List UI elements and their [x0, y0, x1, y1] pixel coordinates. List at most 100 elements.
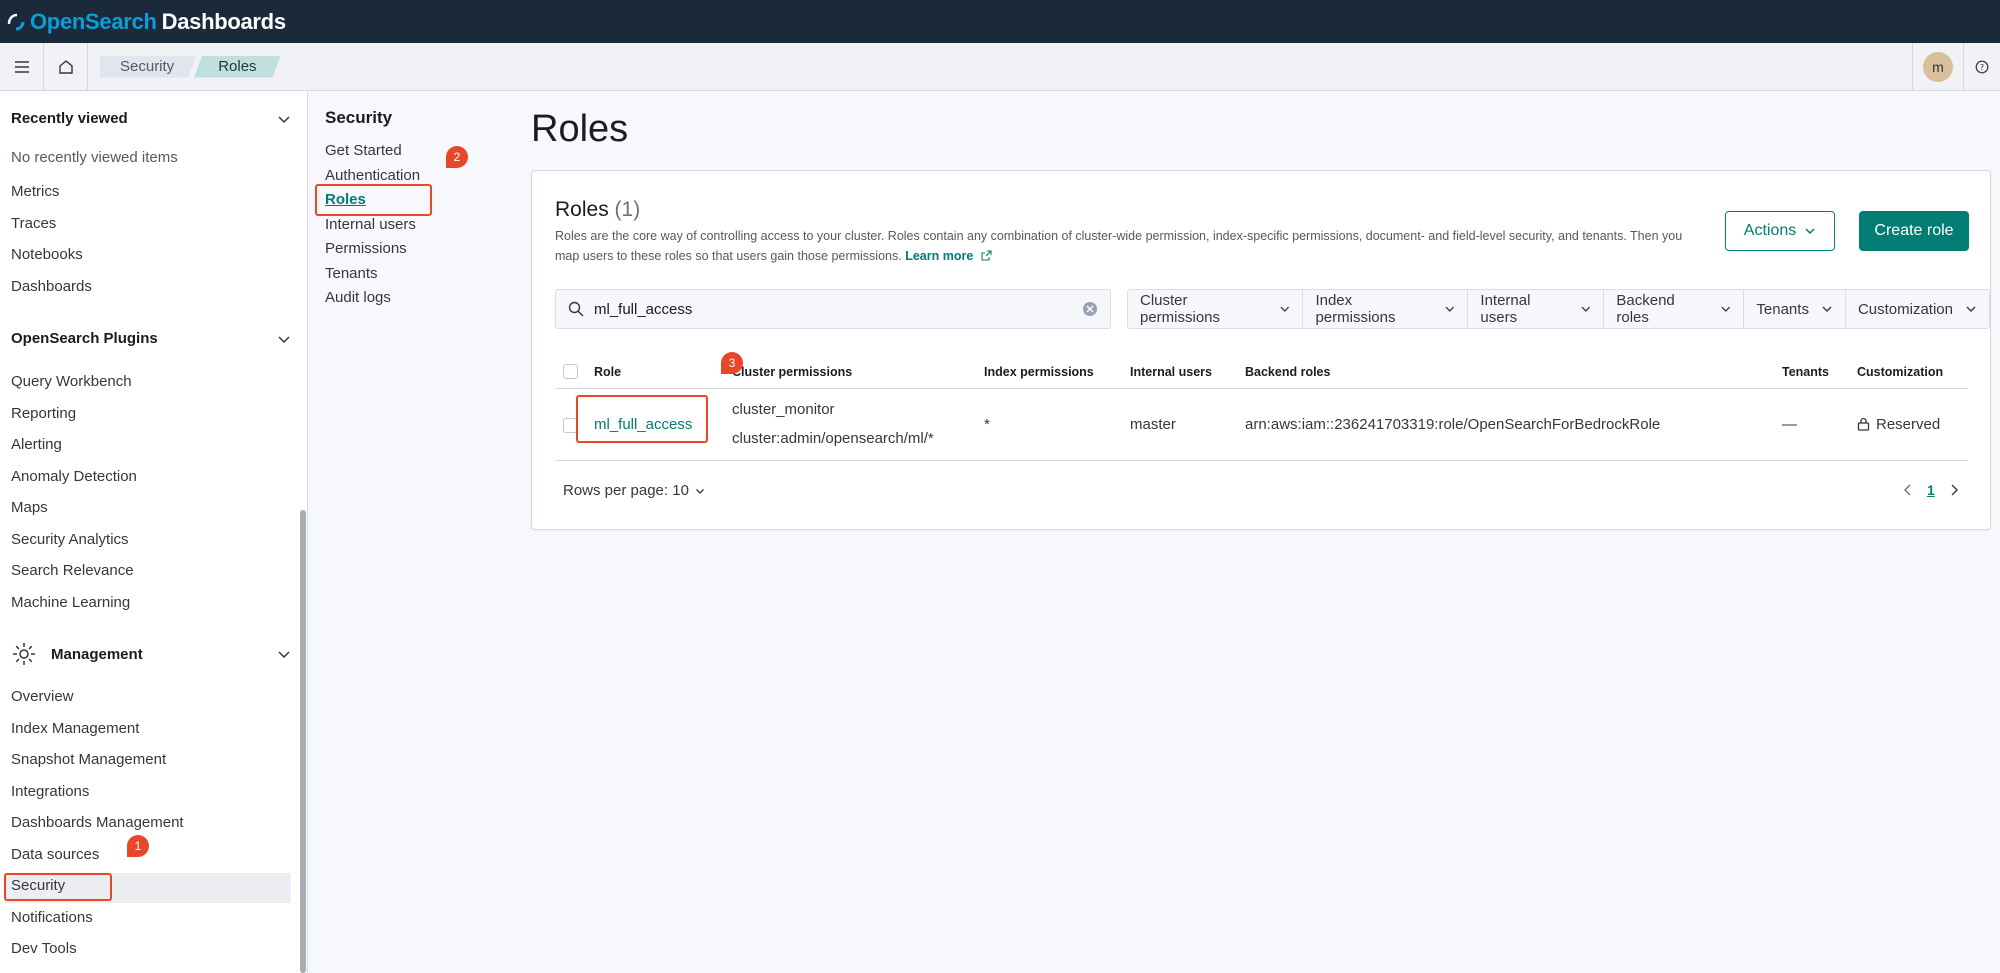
- security-nav-internal-users[interactable]: Internal users: [325, 216, 416, 233]
- breadcrumb-security[interactable]: Security: [100, 56, 196, 78]
- security-nav-authentication[interactable]: Authentication: [325, 167, 420, 184]
- filter-label: Internal users: [1480, 292, 1531, 326]
- chevron-down-icon: [1581, 306, 1590, 312]
- breadcrumb-bar: Security Roles m ?: [0, 42, 2000, 91]
- recently-viewed-empty: No recently viewed items: [11, 149, 178, 166]
- callout-badge-1: 1: [127, 835, 149, 857]
- nav-item-dashboards[interactable]: Dashboards: [11, 278, 92, 295]
- panel-title-text: Roles: [555, 198, 609, 221]
- opensearch-logo[interactable]: OpenSearch Dashboards: [6, 9, 286, 35]
- nav-item-dev-tools[interactable]: Dev Tools: [11, 940, 77, 957]
- nav-item-metrics[interactable]: Metrics: [11, 183, 59, 200]
- nav-item-anomaly-detection[interactable]: Anomaly Detection: [11, 468, 137, 485]
- nav-item-dashboards-management[interactable]: Dashboards Management: [11, 814, 184, 831]
- rows-per-page-button[interactable]: Rows per page: 10: [563, 482, 705, 499]
- menu-toggle-button[interactable]: [0, 42, 44, 91]
- search-value: ml_full_access: [594, 300, 693, 318]
- management-header[interactable]: Management: [11, 641, 291, 667]
- nav-item-machine-learning[interactable]: Machine Learning: [11, 594, 130, 611]
- nav-item-notifications[interactable]: Notifications: [11, 909, 93, 926]
- brand-suffix: Dashboards: [161, 8, 286, 34]
- filter-index-permissions[interactable]: Index permissions: [1303, 290, 1469, 328]
- security-highlight-box: [4, 873, 112, 901]
- home-icon: [58, 59, 73, 74]
- filter-cluster-permissions[interactable]: Cluster permissions: [1128, 290, 1304, 328]
- page-number[interactable]: 1: [1927, 482, 1935, 498]
- left-nav-scrollbar[interactable]: [300, 510, 306, 973]
- nav-item-integrations[interactable]: Integrations: [11, 783, 89, 800]
- nav-item-notebooks[interactable]: Notebooks: [11, 246, 83, 263]
- actions-button[interactable]: Actions: [1725, 211, 1835, 251]
- cluster-permission-2: cluster:admin/opensearch/ml/*: [732, 430, 934, 447]
- help-icon: ?: [1975, 60, 1989, 73]
- top-header: OpenSearch Dashboards: [0, 0, 2000, 43]
- chevron-down-icon: [1966, 306, 1976, 312]
- cluster-permission-1: cluster_monitor: [732, 401, 835, 418]
- filter-customization[interactable]: Customization: [1846, 290, 1989, 328]
- opensearch-plugins-header[interactable]: OpenSearch Plugins: [11, 330, 291, 347]
- security-nav-permissions[interactable]: Permissions: [325, 240, 407, 257]
- filter-internal-users[interactable]: Internal users: [1468, 290, 1605, 328]
- column-header-customization: Customization: [1857, 365, 1944, 379]
- security-nav-title: Security: [325, 108, 393, 127]
- filter-group: Cluster permissions Index permissions In…: [1127, 289, 1990, 329]
- filter-backend-roles[interactable]: Backend roles: [1604, 290, 1745, 328]
- nav-item-snapshot-management[interactable]: Snapshot Management: [11, 751, 166, 768]
- actions-label: Actions: [1743, 222, 1797, 239]
- chevron-down-icon: [278, 115, 290, 123]
- filter-label: Index permissions: [1315, 292, 1396, 326]
- nav-item-security-analytics[interactable]: Security Analytics: [11, 531, 129, 548]
- recently-viewed-title: Recently viewed: [11, 110, 128, 127]
- hamburger-icon: [14, 60, 29, 73]
- nav-item-data-sources[interactable]: Data sources: [11, 846, 99, 863]
- panel-title: Roles (1): [555, 198, 640, 222]
- select-all-checkbox[interactable]: [563, 364, 578, 379]
- customization-value: Reserved: [1876, 416, 1941, 433]
- help-button[interactable]: ?: [1964, 43, 2000, 91]
- search-input[interactable]: ml_full_access: [555, 289, 1111, 329]
- chevron-left-icon[interactable]: [1903, 484, 1913, 496]
- nav-item-maps[interactable]: Maps: [11, 499, 48, 516]
- security-nav-audit-logs[interactable]: Audit logs: [325, 289, 391, 306]
- management-title: Management: [51, 645, 143, 663]
- nav-item-search-relevance[interactable]: Search Relevance: [11, 562, 134, 579]
- nav-item-overview[interactable]: Overview: [11, 688, 74, 705]
- create-role-button[interactable]: Create role: [1859, 211, 1969, 251]
- nav-item-traces[interactable]: Traces: [11, 215, 56, 232]
- panel-description: Roles are the core way of controlling ac…: [555, 226, 1685, 266]
- recently-viewed-header[interactable]: Recently viewed: [11, 110, 291, 127]
- chevron-down-icon: [278, 651, 290, 659]
- chevron-down-icon: [1280, 306, 1289, 312]
- security-nav-tenants[interactable]: Tenants: [325, 265, 378, 282]
- chevron-down-icon: [278, 335, 290, 343]
- chevron-down-icon: [1822, 306, 1832, 312]
- internal-users-cell: master: [1130, 416, 1176, 433]
- filter-tenants[interactable]: Tenants: [1744, 290, 1846, 328]
- external-link-icon: [981, 250, 992, 261]
- user-menu-button[interactable]: m: [1912, 42, 1964, 91]
- avatar: m: [1923, 51, 1953, 82]
- callout-badge-2: 2: [446, 146, 468, 168]
- roles-count: (1): [614, 198, 641, 221]
- chevron-down-icon: [1721, 306, 1730, 312]
- left-nav: Recently viewed No recently viewed items…: [0, 92, 308, 973]
- role-link-highlight-box: [576, 395, 708, 443]
- clear-search-icon[interactable]: [1082, 301, 1098, 317]
- svg-text:?: ?: [1980, 63, 1984, 72]
- nav-item-index-management[interactable]: Index Management: [11, 720, 139, 737]
- opensearch-logo-icon: [7, 13, 25, 30]
- opensearch-plugins-title: OpenSearch Plugins: [11, 330, 158, 347]
- gear-icon: [13, 643, 35, 665]
- nav-item-reporting[interactable]: Reporting: [11, 405, 76, 422]
- lock-icon: [1857, 417, 1870, 431]
- chevron-right-icon[interactable]: [1949, 484, 1959, 496]
- breadcrumb: Security Roles: [100, 56, 281, 78]
- home-button[interactable]: [44, 42, 88, 91]
- search-icon: [568, 301, 584, 317]
- rows-per-page-label: Rows per page: 10: [563, 482, 689, 499]
- nav-item-alerting[interactable]: Alerting: [11, 436, 62, 453]
- column-header-role[interactable]: Role: [594, 365, 621, 379]
- nav-item-query-workbench[interactable]: Query Workbench: [11, 373, 132, 390]
- security-nav-get-started[interactable]: Get Started: [325, 142, 402, 159]
- learn-more-link[interactable]: Learn more: [905, 249, 992, 263]
